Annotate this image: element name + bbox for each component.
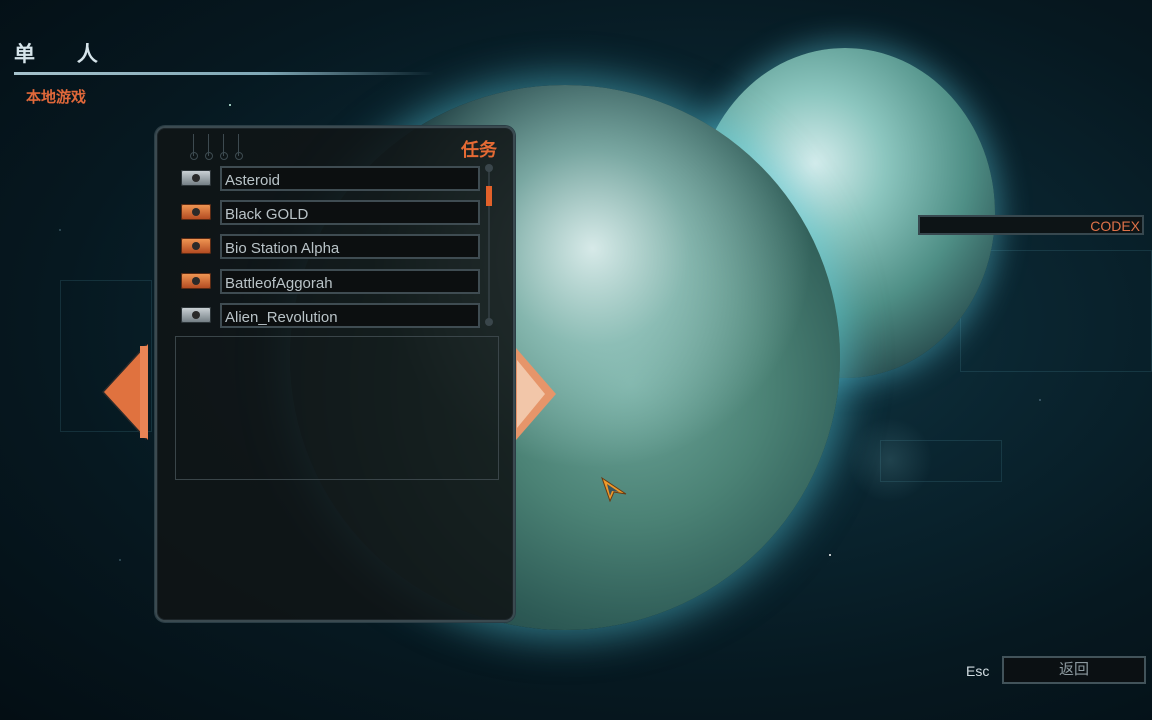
- esc-key-hint: Esc: [966, 663, 990, 679]
- scrollbar-top-knob: [485, 164, 493, 172]
- mission-panel: 任务 Asteroid Black GOLD Bio Station Alpha…: [155, 126, 515, 622]
- mission-name[interactable]: Asteroid: [220, 166, 480, 191]
- mission-name[interactable]: Alien_Revolution: [220, 303, 480, 328]
- scrollbar-bottom-knob: [485, 318, 493, 326]
- mission-item[interactable]: Bio Station Alpha: [157, 234, 497, 262]
- arrow-right-highlight: [517, 360, 545, 428]
- page-subtitle: 本地游戏: [26, 89, 87, 106]
- gold-badge-icon: [181, 238, 211, 254]
- mission-scrollbar[interactable]: [485, 164, 493, 326]
- cursor-icon: [601, 476, 627, 502]
- mission-item[interactable]: Asteroid: [157, 166, 497, 194]
- gold-badge-icon: [181, 273, 211, 289]
- mission-detail-box: [175, 336, 499, 480]
- codex-label: CODEX: [1090, 218, 1140, 234]
- title-divider: [14, 72, 434, 75]
- scrollbar-thumb[interactable]: [486, 186, 492, 206]
- silver-badge-icon: [181, 307, 211, 323]
- circuit-decoration: [880, 440, 1002, 482]
- mission-item[interactable]: Alien_Revolution: [157, 303, 497, 331]
- mission-name[interactable]: BattleofAggorah: [220, 269, 480, 294]
- mission-name[interactable]: Bio Station Alpha: [220, 234, 480, 259]
- mission-item[interactable]: BattleofAggorah: [157, 269, 497, 297]
- mission-name[interactable]: Black GOLD: [220, 200, 480, 225]
- arrow-left-bar: [140, 346, 148, 438]
- mission-panel-title: 任务: [461, 140, 497, 160]
- codex-button[interactable]: CODEX: [918, 215, 1144, 235]
- silver-badge-icon: [181, 170, 211, 186]
- gold-badge-icon: [181, 204, 211, 220]
- mission-item[interactable]: Black GOLD: [157, 200, 497, 228]
- back-button[interactable]: 返回: [1002, 656, 1146, 684]
- page-title: 单 人: [14, 43, 116, 66]
- panel-decoration: [190, 134, 245, 160]
- circuit-decoration: [960, 250, 1152, 372]
